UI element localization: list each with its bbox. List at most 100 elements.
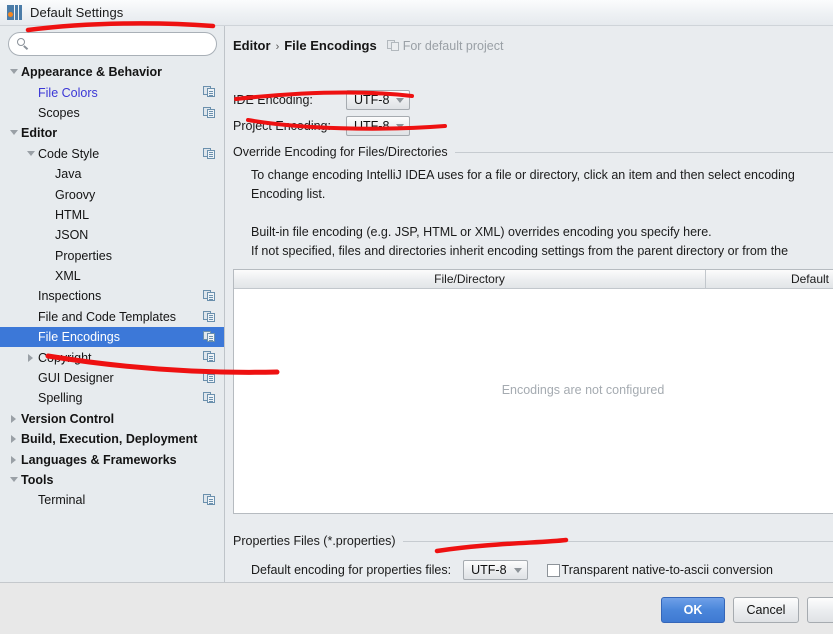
chevron-down-icon [396, 123, 405, 129]
sidebar-item-inspections[interactable]: Inspections [0, 286, 224, 306]
sidebar-item-label: File Encodings [38, 330, 120, 345]
sidebar-item-label: Spelling [38, 391, 83, 406]
override-encoding-section-title: Override Encoding for Files/Directories [233, 145, 448, 159]
sidebar-item-label: XML [55, 269, 81, 284]
copy-settings-icon[interactable] [203, 331, 215, 343]
search-input[interactable] [34, 35, 209, 53]
chevron-down-icon[interactable] [8, 62, 21, 82]
sidebar-item-label: Groovy [55, 187, 96, 202]
sidebar-item-label: Languages & Frameworks [21, 452, 177, 467]
chevron-down-icon[interactable] [8, 470, 21, 490]
sidebar-item-code-style[interactable]: Code Style [0, 144, 224, 164]
search-box[interactable] [8, 32, 217, 56]
encodings-table[interactable]: File/Directory Default En Encodings are … [233, 269, 833, 514]
breadcrumb-note: For default project [402, 38, 504, 53]
sidebar-item-label: GUI Designer [38, 371, 114, 386]
sidebar-item-languages-frameworks[interactable]: Languages & Frameworks [0, 449, 224, 469]
sidebar-item-terminal[interactable]: Terminal [0, 490, 224, 510]
sidebar-item-file-and-code-templates[interactable]: File and Code Templates [0, 307, 224, 327]
breadcrumb: Editor › File Encodings For default proj… [233, 38, 503, 53]
breadcrumb-parent[interactable]: Editor [233, 38, 271, 53]
sidebar-item-xml[interactable]: XML [0, 266, 224, 286]
transparent-native-to-ascii-checkbox[interactable] [546, 563, 560, 577]
file-encodings-panel: Editor › File Encodings For default proj… [226, 26, 833, 582]
sidebar-item-build-execution-deployment[interactable]: Build, Execution, Deployment [0, 429, 224, 449]
override-encoding-section-header: Override Encoding for Files/Directories [233, 145, 833, 159]
ide-encoding-row: IDE Encoding: UTF-8 [233, 90, 411, 110]
sidebar-item-java[interactable]: Java [0, 164, 224, 184]
sidebar-item-label: Scopes [38, 105, 80, 120]
copy-settings-icon[interactable] [203, 290, 215, 302]
project-encoding-combo[interactable]: UTF-8 [346, 116, 411, 136]
description-line-2: Encoding list. [251, 187, 326, 201]
description-line-5: If not specified, files and directories … [251, 244, 789, 258]
ok-button[interactable]: OK [661, 597, 725, 623]
settings-tree: Appearance & Behavior File Colors Scopes Ed… [0, 62, 224, 582]
apply-button[interactable]: A [807, 597, 833, 623]
properties-encoding-row: Default encoding for properties files: U… [251, 560, 773, 580]
chevron-right-icon[interactable] [25, 348, 38, 368]
table-column-default-encoding[interactable]: Default En [706, 270, 833, 288]
chevron-down-icon[interactable] [8, 123, 21, 143]
sidebar-item-label: Properties [55, 248, 112, 263]
copy-settings-icon[interactable] [203, 494, 215, 506]
copy-settings-icon[interactable] [203, 147, 215, 160]
chevron-right-icon[interactable] [8, 409, 21, 429]
table-body[interactable]: Encodings are not configured [234, 289, 833, 513]
chevron-right-icon[interactable] [8, 450, 21, 470]
sidebar-item-editor[interactable]: Editor [0, 123, 224, 143]
cancel-button[interactable]: Cancel [733, 597, 799, 623]
table-header-row: File/Directory Default En [234, 270, 833, 289]
sidebar-item-gui-designer[interactable]: GUI Designer [0, 368, 224, 388]
sidebar-item-label: Appearance & Behavior [21, 65, 163, 80]
sidebar-item-json[interactable]: JSON [0, 225, 224, 245]
table-column-file-directory[interactable]: File/Directory [234, 270, 706, 288]
window-title: Default Settings [30, 5, 124, 20]
ide-encoding-value: UTF-8 [354, 93, 390, 107]
sidebar-item-label: Terminal [38, 493, 86, 508]
chevron-down-icon [396, 97, 405, 103]
copy-settings-icon[interactable] [203, 106, 215, 119]
sidebar-item-label: File Colors [38, 85, 98, 100]
sidebar-item-version-control[interactable]: Version Control [0, 409, 224, 429]
settings-sidebar: Appearance & Behavior File Colors Scopes Ed… [0, 26, 225, 582]
sidebar-item-label: Build, Execution, Deployment [21, 432, 198, 447]
copy-settings-icon[interactable] [203, 86, 215, 98]
sidebar-item-appearance-behavior[interactable]: Appearance & Behavior [0, 62, 224, 82]
ide-encoding-combo[interactable]: UTF-8 [346, 90, 411, 110]
copy-settings-icon[interactable] [203, 351, 215, 363]
properties-encoding-combo[interactable]: UTF-8 [463, 560, 528, 580]
sidebar-item-label: JSON [55, 228, 89, 243]
copy-settings-icon[interactable] [203, 392, 215, 404]
chevron-down-icon[interactable] [25, 144, 38, 164]
properties-files-section-header: Properties Files (*.properties) [233, 534, 833, 548]
sidebar-item-tools[interactable]: Tools [0, 470, 224, 490]
settings-dialog: Default Settings Appearance & Behavior Fi… [0, 0, 833, 634]
sidebar-item-file-encodings[interactable]: File Encodings [0, 327, 224, 348]
sidebar-item-label: Inspections [38, 289, 102, 304]
sidebar-item-scopes[interactable]: Scopes [0, 103, 224, 123]
sidebar-item-copyright[interactable]: Copyright [0, 347, 224, 367]
sidebar-item-properties[interactable]: Properties [0, 246, 224, 266]
sidebar-item-groovy[interactable]: Groovy [0, 184, 224, 204]
sidebar-item-label: Editor [21, 126, 58, 141]
sidebar-item-html[interactable]: HTML [0, 205, 224, 225]
sidebar-item-file-colors[interactable]: File Colors [0, 82, 224, 102]
copy-settings-icon[interactable] [203, 310, 215, 323]
transparent-native-to-ascii-label[interactable]: Transparent native-to-ascii conversion [562, 563, 773, 577]
encoding-description: To change encoding IntelliJ IDEA uses fo… [251, 166, 795, 261]
sidebar-item-spelling[interactable]: Spelling [0, 388, 224, 408]
copy-settings-icon[interactable] [203, 371, 215, 384]
chevron-right-icon[interactable] [8, 429, 21, 449]
dialog-button-bar: OK Cancel A [0, 582, 833, 634]
